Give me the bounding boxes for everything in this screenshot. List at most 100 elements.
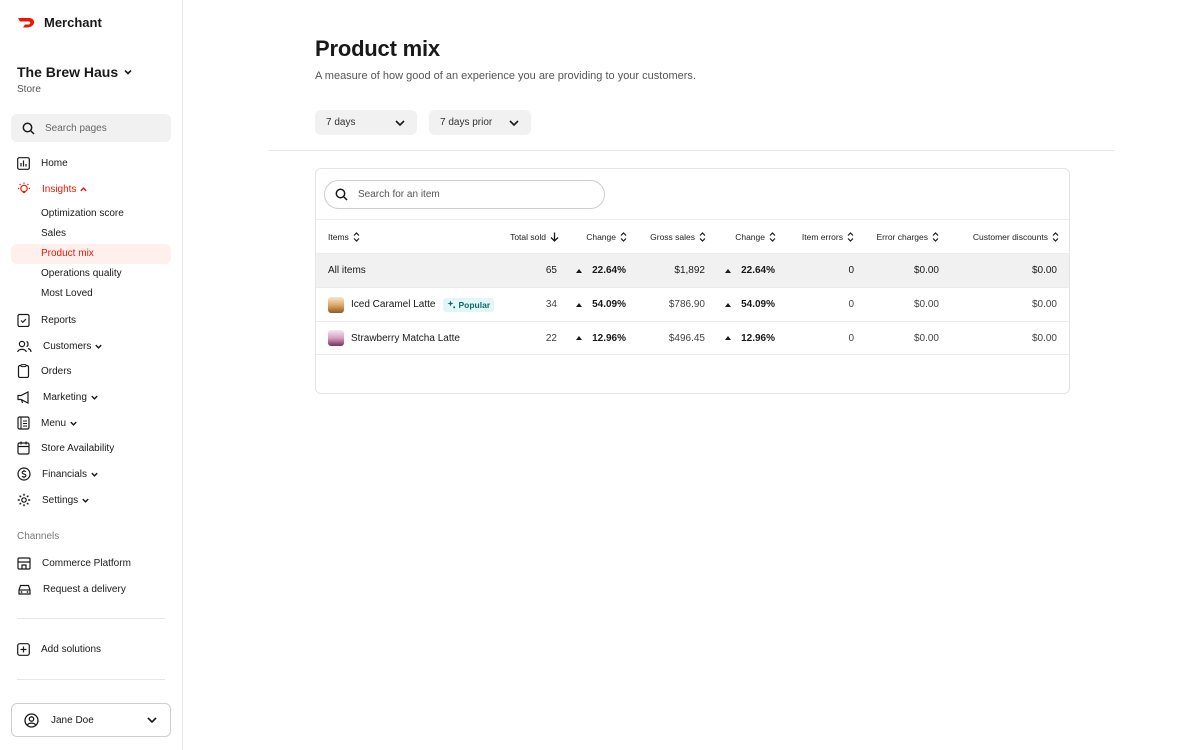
sidebar-item-insights[interactable]: Insights: [11, 179, 171, 199]
sidebar-item-reports[interactable]: Reports: [11, 310, 171, 330]
column-label: Total sold: [510, 232, 546, 242]
sidebar-subitem-product-mix[interactable]: Product mix: [11, 244, 171, 264]
sidebar-subitem-sales[interactable]: Sales: [11, 224, 171, 244]
storefront-icon: [17, 556, 31, 570]
brand[interactable]: Merchant: [17, 15, 102, 30]
sidebar-item-label: Home: [41, 157, 68, 169]
chevron-up-icon: [80, 186, 88, 191]
comparison-dropdown[interactable]: 7 days prior: [429, 110, 531, 135]
change-value: 22.64%: [741, 265, 775, 276]
sidebar-item-label: Menu: [41, 417, 67, 429]
sidebar-item-menu[interactable]: Menu: [11, 413, 171, 433]
trend-up-icon: [576, 268, 583, 273]
clipboard-icon: [17, 313, 30, 327]
store-type: Store: [17, 84, 41, 95]
sidebar-subitem-optimization-score[interactable]: Optimization score: [11, 204, 171, 224]
store-switcher[interactable]: The Brew Haus Store: [17, 64, 133, 95]
page-subtitle: A measure of how good of an experience y…: [315, 70, 696, 82]
sidebar-item-home[interactable]: Home: [11, 153, 171, 173]
column-header-items[interactable]: Items: [328, 220, 360, 254]
item-cell: Strawberry Matcha Latte: [328, 322, 460, 354]
column-header-item-errors[interactable]: Item errors: [802, 220, 854, 254]
sidebar-item-commerce-platform[interactable]: Commerce Platform: [11, 553, 171, 573]
sidebar-item-label: Customers: [43, 340, 92, 352]
table-row[interactable]: Iced Caramel Latte Popular 34 54.09% $78…: [316, 287, 1069, 321]
column-header-change-sold[interactable]: Change: [586, 220, 627, 254]
sidebar-item-customers[interactable]: Customers: [11, 336, 171, 356]
user-circle-icon: [24, 712, 39, 728]
item-search-placeholder: Search for an item: [358, 189, 440, 200]
item-cell: Iced Caramel Latte Popular: [328, 288, 495, 321]
column-label: Gross sales: [650, 232, 695, 242]
add-solutions-label: Add solutions: [41, 643, 102, 655]
chevron-down-icon: [95, 344, 103, 349]
search-icon: [22, 122, 35, 135]
total-sold: 65: [545, 265, 557, 276]
trend-up-icon: [725, 302, 732, 307]
user-menu[interactable]: Jane Doe: [11, 703, 171, 737]
error-charges: $0.00: [913, 265, 939, 276]
item-search-input[interactable]: Search for an item: [324, 180, 605, 209]
sort-icon: [620, 232, 627, 242]
sort-icon: [847, 232, 854, 242]
column-label: Item errors: [801, 232, 843, 242]
gross-sales: $496.45: [668, 332, 705, 344]
sidebar-item-store-availability[interactable]: Store Availability: [11, 438, 171, 458]
trend-up-icon: [725, 268, 732, 273]
sidebar-item-marketing[interactable]: Marketing: [11, 387, 171, 407]
change-value: 12.96%: [741, 332, 775, 344]
change-value: 22.64%: [592, 265, 626, 276]
total-sold: 22: [545, 332, 557, 344]
sidebar-item-financials[interactable]: Financials: [11, 464, 171, 484]
item-errors: 0: [848, 332, 854, 344]
change-sold: 54.09%: [576, 288, 626, 321]
chevron-down-icon: [147, 717, 157, 724]
column-header-total-sold[interactable]: Total sold: [510, 220, 559, 254]
change-sales: 54.09%: [725, 288, 775, 321]
total-sold: 34: [545, 299, 557, 310]
column-header-change-sales[interactable]: Change: [735, 220, 776, 254]
clipboard-list-icon: [17, 364, 30, 378]
column-label: Change: [586, 232, 616, 242]
sidebar-item-orders[interactable]: Orders: [11, 361, 171, 381]
sidebar-item-label: Orders: [41, 365, 72, 377]
chevron-down-icon: [395, 119, 405, 126]
column-header-customer-discounts[interactable]: Customer discounts: [973, 220, 1059, 254]
sidebar-item-settings[interactable]: Settings: [11, 490, 171, 510]
column-header-error-charges[interactable]: Error charges: [877, 220, 940, 254]
sidebar-item-label: Settings: [42, 494, 79, 506]
chevron-down-icon: [70, 421, 77, 426]
channels-heading: Channels: [17, 531, 60, 542]
menu-book-icon: [17, 416, 30, 430]
column-header-gross-sales[interactable]: Gross sales: [650, 220, 706, 254]
page-search-input[interactable]: Search pages: [11, 114, 171, 142]
trend-up-icon: [725, 336, 732, 340]
search-icon: [335, 188, 348, 201]
date-range-dropdown[interactable]: 7 days: [315, 110, 417, 135]
item-name: Iced Caramel Latte: [351, 299, 436, 310]
item-thumbnail: [328, 296, 344, 313]
sort-icon: [353, 232, 360, 242]
sidebar: Merchant The Brew Haus Store Search page…: [0, 0, 183, 750]
comparison-value: 7 days prior: [440, 117, 493, 128]
sidebar-subitem-operations-quality[interactable]: Operations quality: [11, 264, 171, 284]
badge-label: Popular: [458, 299, 491, 310]
people-icon: [17, 340, 32, 352]
table-row-all-items[interactable]: All items 65 22.64% $1,892 22.64% 0 $0.0…: [316, 253, 1069, 287]
search-placeholder: Search pages: [45, 122, 107, 134]
chevron-down-icon: [509, 119, 519, 126]
sidebar-item-label: Commerce Platform: [42, 557, 131, 569]
change-sales: 12.96%: [725, 322, 775, 354]
chevron-down-icon: [91, 472, 98, 477]
table-row[interactable]: Strawberry Matcha Latte 22 12.96% $496.4…: [316, 321, 1069, 355]
item-errors: 0: [848, 299, 854, 310]
popular-badge: Popular: [442, 297, 495, 312]
sidebar-item-request-delivery[interactable]: Request a delivery: [11, 579, 171, 599]
sidebar-item-label: Request a delivery: [43, 583, 126, 595]
customer-discounts: $0.00: [1031, 265, 1057, 276]
add-solutions-button[interactable]: Add solutions: [11, 639, 171, 659]
sidebar-subitem-most-loved[interactable]: Most Loved: [11, 284, 171, 304]
column-label: Items: [328, 232, 349, 242]
sort-icon: [699, 232, 706, 242]
sidebar-item-label: Marketing: [43, 391, 87, 403]
